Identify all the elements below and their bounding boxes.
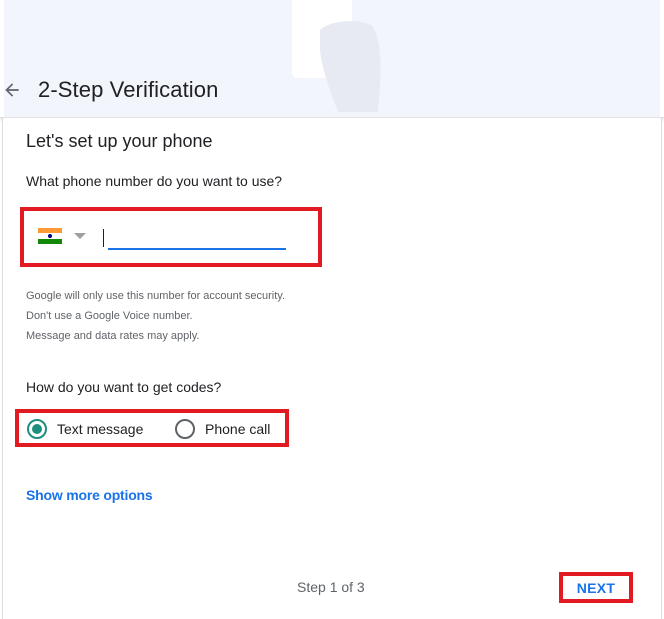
page: 2-Step Verification Let's set up your ph…	[0, 0, 664, 619]
codes-question: How do you want to get codes?	[26, 379, 222, 395]
phone-question: What phone number do you want to use?	[26, 173, 283, 189]
radio-label-phone-call: Phone call	[205, 421, 271, 437]
radio-text-message[interactable]: Text message	[27, 418, 143, 440]
caret-down-icon[interactable]	[74, 233, 86, 239]
radio-phone-call[interactable]: Phone call	[175, 418, 270, 440]
note-security: Google will only use this number for acc…	[26, 290, 286, 302]
show-more-options-link[interactable]: Show more options	[26, 487, 153, 503]
arrow-back-icon	[5, 83, 19, 97]
back-button[interactable]	[0, 78, 24, 102]
page-title: 2-Step Verification	[38, 77, 219, 102]
radio-label-text-message: Text message	[57, 421, 144, 437]
india-flag-icon[interactable]	[38, 228, 62, 244]
step-indicator: Step 1 of 3	[297, 579, 365, 595]
radio-checked-icon[interactable]	[27, 419, 47, 439]
text-cursor	[103, 229, 104, 247]
next-button[interactable]: NEXT	[563, 575, 629, 600]
radio-unchecked-icon[interactable]	[175, 419, 195, 439]
note-rates: Message and data rates may apply.	[26, 330, 200, 342]
phone-number-input[interactable]	[108, 226, 286, 250]
header-illustration	[292, 0, 381, 112]
setup-card	[2, 118, 662, 619]
note-voice: Don't use a Google Voice number.	[26, 310, 193, 322]
section-heading: Let's set up your phone	[26, 131, 213, 151]
header-banner: 2-Step Verification	[0, 0, 664, 118]
